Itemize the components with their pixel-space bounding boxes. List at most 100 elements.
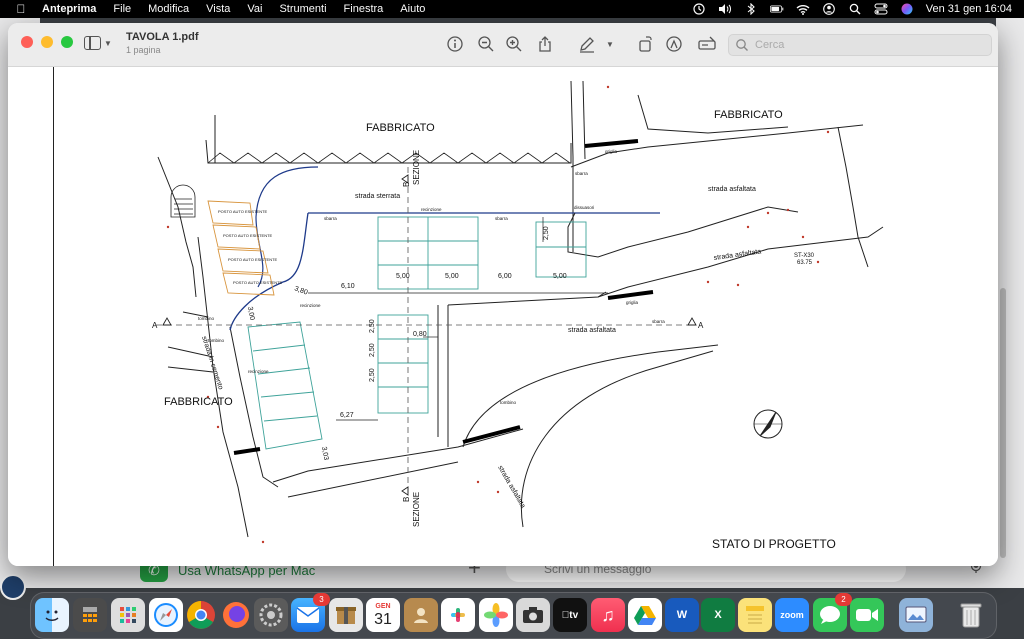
menu-modifica[interactable]: Modifica [148, 3, 189, 15]
label-sbarra-1: sbarra [324, 216, 337, 221]
tv-logo-icon: tv [562, 609, 578, 621]
dock-settings-icon[interactable] [254, 598, 288, 632]
dock: 3 GEN 31 tv ♫ W X zoom 2 [30, 592, 997, 639]
right-boundary [837, 126, 869, 268]
label-posto-auto-2: POSTO AUTO ESISTENTE [223, 233, 273, 238]
chevron-down-icon: ▼ [104, 38, 112, 48]
dock-preview-icon[interactable] [899, 598, 933, 632]
dock-slack-icon[interactable] [441, 598, 475, 632]
menu-vista[interactable]: Vista [206, 3, 230, 15]
highlight-button[interactable] [663, 33, 685, 55]
document-title: TAVOLA 1.pdf [126, 31, 199, 43]
dock-zoom-icon[interactable]: zoom [775, 598, 809, 632]
dock-trash-icon[interactable] [954, 598, 988, 632]
dim-3-80: 3,80 [293, 285, 308, 296]
dock-word-icon[interactable]: W [665, 598, 699, 632]
dim-6-10: 6,10 [341, 283, 355, 290]
dock-safari-icon[interactable] [149, 598, 183, 632]
road-dimension-edge [447, 291, 607, 306]
volume-icon[interactable] [718, 3, 732, 15]
rotate-icon [639, 36, 652, 52]
rotate-button[interactable] [634, 33, 656, 55]
dock-excel-icon[interactable]: X [701, 598, 735, 632]
apple-menu-icon[interactable]:  [14, 2, 28, 16]
dock-mail-icon[interactable]: 3 [291, 593, 330, 632]
user-icon[interactable] [822, 3, 836, 15]
menu-clock[interactable]: Ven 31 gen 16:04 [926, 3, 1012, 15]
dock-notes-icon[interactable] [738, 598, 772, 632]
markup-menu-button[interactable]: ▼ [604, 33, 616, 55]
dock-firefox-icon[interactable] [219, 598, 253, 632]
menu-finestra[interactable]: Finestra [344, 3, 384, 15]
calendar-month: GEN [375, 602, 391, 610]
close-button[interactable] [21, 36, 33, 48]
zoom-in-button[interactable] [503, 33, 525, 55]
dock-messages-icon[interactable]: 2 [813, 593, 852, 632]
section-a-left-marker [162, 317, 172, 326]
pdf-page[interactable]: FABBRICATO FABBRICATO FABBRICATO strada … [8, 67, 998, 566]
dock-facetime-icon[interactable] [850, 598, 884, 632]
dock-calculator-icon[interactable] [73, 598, 107, 632]
north-arrow-icon [753, 409, 783, 439]
share-button[interactable] [534, 33, 556, 55]
calendar-day: 31 [374, 610, 392, 628]
zoom-out-button[interactable] [475, 33, 497, 55]
minimize-button[interactable] [41, 36, 53, 48]
siri-icon[interactable] [900, 3, 914, 15]
dock-music-icon[interactable]: ♫ [591, 598, 625, 632]
background-scrollbar[interactable] [1000, 288, 1006, 558]
markup-button[interactable] [576, 33, 598, 55]
dock-calendar-icon[interactable]: GEN 31 [366, 598, 400, 632]
dock-launchpad-icon[interactable] [111, 598, 145, 632]
cad-drawing: FABBRICATO FABBRICATO FABBRICATO strada … [152, 80, 884, 551]
form-fill-button[interactable] [696, 33, 718, 55]
zoom-window-button[interactable] [61, 36, 73, 48]
dock-drive-icon[interactable] [628, 598, 662, 632]
document-page-count: 1 pagina [126, 45, 161, 55]
dock-tv-icon[interactable]: tv [553, 598, 587, 632]
label-griglia-2: griglia [626, 300, 639, 305]
label-dissuasori: dissuasori [574, 205, 594, 210]
spotlight-icon[interactable] [848, 3, 862, 15]
menu-strumenti[interactable]: Strumenti [279, 3, 326, 15]
label-a-right: A [698, 321, 704, 330]
menu-file[interactable]: File [113, 3, 131, 15]
search-icon [736, 39, 748, 51]
lower-road-edge-2 [287, 461, 459, 498]
dim-2-50-b: 2,50 [369, 319, 376, 333]
label-strada-asfaltata-3: strada asfaltata [568, 327, 616, 334]
battery-icon[interactable] [769, 3, 784, 15]
label-recinzione-3: recinzione [248, 369, 269, 374]
menu-vai[interactable]: Vai [247, 3, 262, 15]
dim-0-80: 0,80 [413, 331, 427, 338]
dock-archive-utility-icon[interactable] [329, 598, 363, 632]
top-right-road-edge [570, 124, 864, 168]
dim-6-00: 6,00 [498, 273, 512, 280]
control-center-icon[interactable] [874, 3, 888, 15]
label-tombino-3: tombino [500, 400, 517, 405]
dock-screenshot-icon[interactable] [516, 598, 550, 632]
curved-road-edge-outer [520, 350, 714, 528]
menu-aiuto[interactable]: Aiuto [400, 3, 425, 15]
dim-2-50-d: 2,50 [369, 368, 376, 382]
avatar[interactable] [0, 574, 26, 600]
sidebar-toggle-button[interactable]: ▼ [84, 35, 116, 51]
preview-window: ▼ TAVOLA 1.pdf 1 pagina ▼ Cerca FABBRICA… [8, 23, 998, 566]
menu-app-name[interactable]: Anteprima [42, 3, 96, 15]
dock-finder-icon[interactable] [35, 598, 69, 632]
label-strada-asfaltata-2: strada asfaltata [713, 248, 761, 262]
wifi-icon[interactable] [796, 3, 810, 15]
bluetooth-icon[interactable] [744, 3, 758, 15]
label-recinzione-1: recinzione [421, 207, 442, 212]
dock-chrome-icon[interactable] [184, 598, 218, 632]
dim-2-50-a: 2,50 [543, 226, 550, 240]
search-field[interactable]: Cerca [728, 34, 992, 56]
label-stato-di-progetto: STATO DI PROGETTO [712, 537, 836, 551]
info-button[interactable] [444, 33, 466, 55]
dock-photos-icon[interactable] [479, 598, 513, 632]
dim-5-00-c: 5,00 [553, 273, 567, 280]
dock-contacts-icon[interactable] [404, 598, 438, 632]
mail-badge: 3 [313, 593, 330, 606]
left-building-edge [157, 156, 197, 298]
time-machine-icon[interactable] [692, 3, 706, 15]
